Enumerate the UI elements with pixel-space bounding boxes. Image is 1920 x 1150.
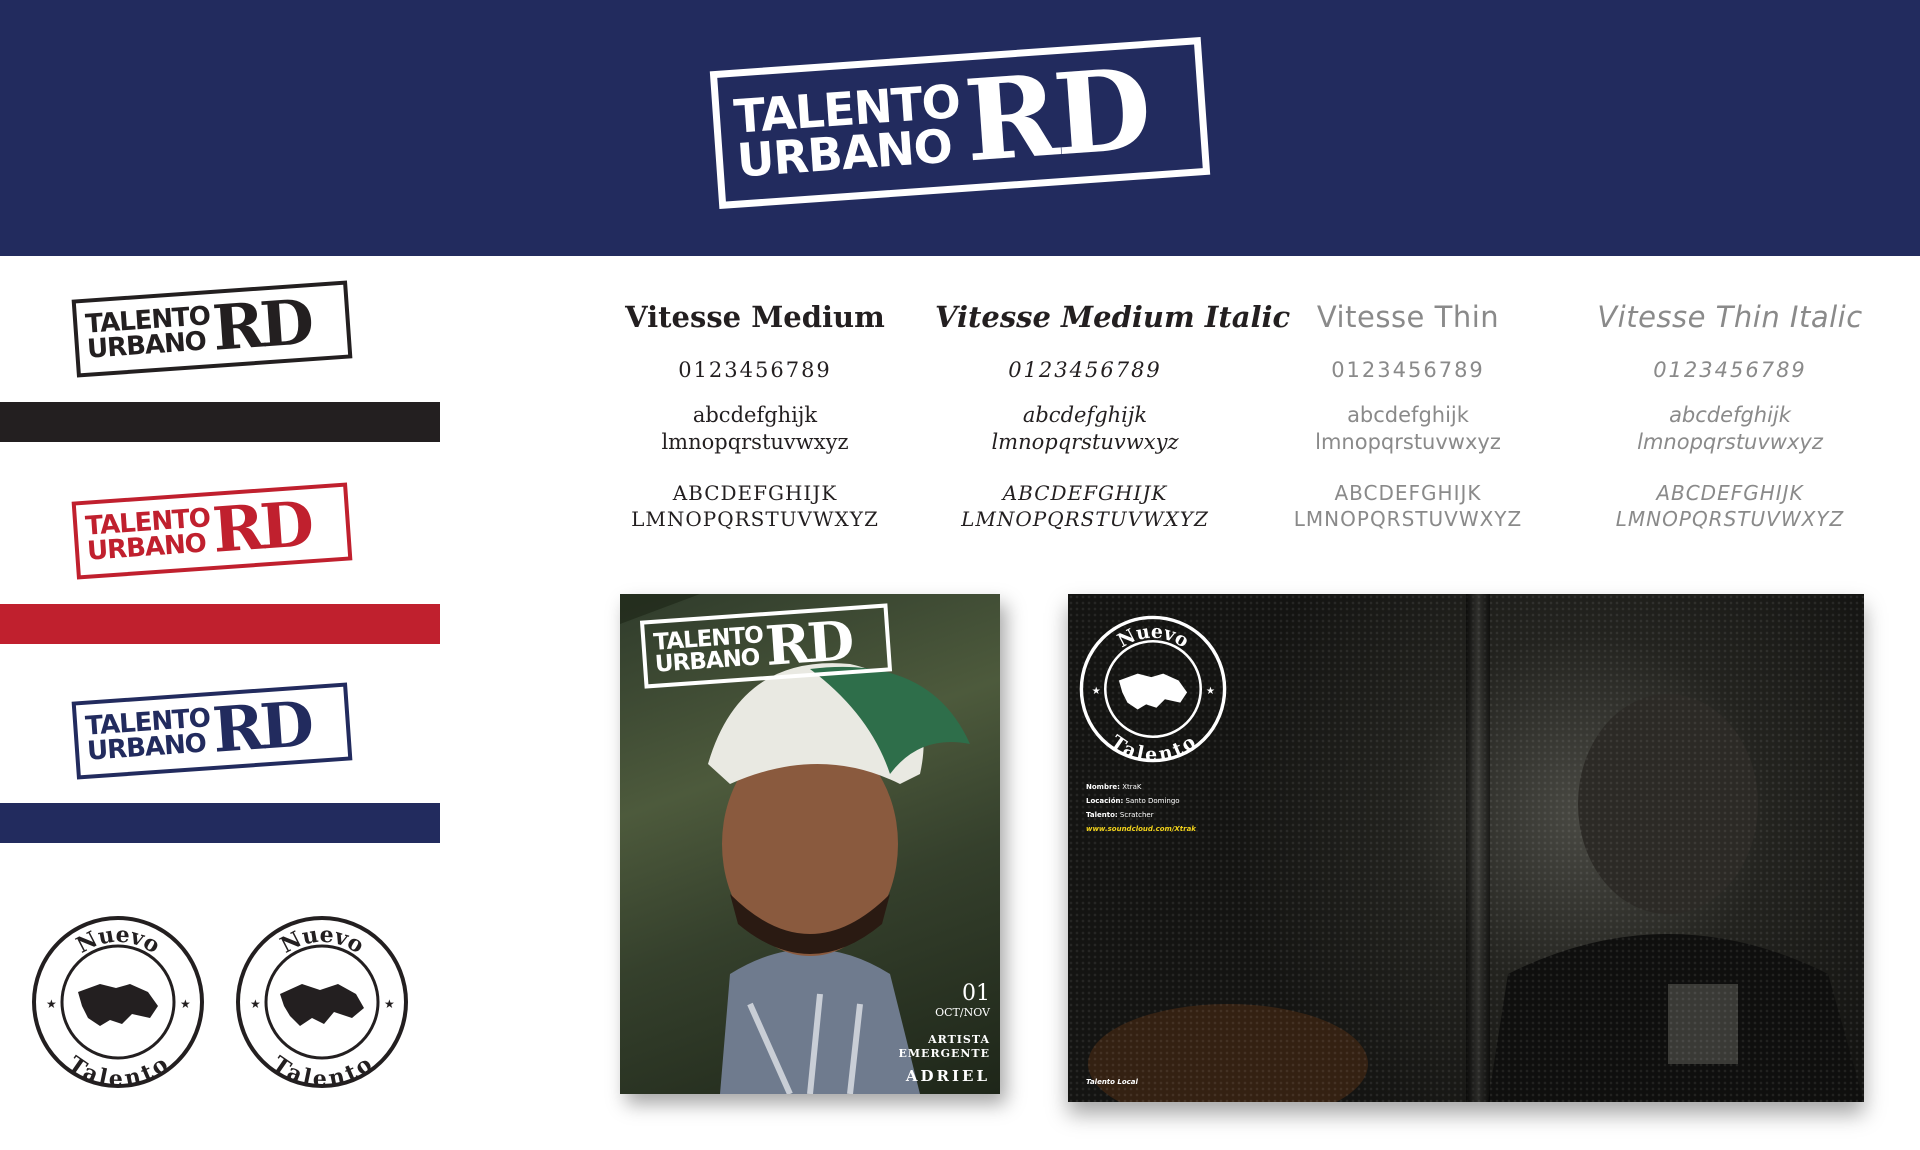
typeface-specimen-vitesse-thin: Vitesse Thin 0123456789 abcdefghijk lmno… [1258, 300, 1558, 532]
logo-mark: RD [763, 608, 854, 678]
typeface-name: Vitesse Medium [625, 300, 885, 334]
color-swatch-red [0, 604, 440, 644]
logo-line-2: URBANO [86, 528, 207, 567]
typeface-lowercase-1: abcdefghijk [1669, 403, 1791, 427]
logo-mark: RD [210, 687, 313, 767]
island-map-icon [78, 984, 158, 1026]
soundcloud-link: www.soundcloud.com/Xtrak [1086, 825, 1196, 833]
typeface-lowercase-2: lmnopqrstuvwxyz [1637, 430, 1823, 454]
typeface-specimen-vitesse-medium: Vitesse Medium 0123456789 abcdefghijk lm… [605, 300, 905, 532]
typeface-name: Vitesse Thin [1316, 300, 1500, 334]
hero-banner: TALENTO URBANO RD [0, 0, 1920, 256]
talento-value: Scratcher [1119, 811, 1154, 819]
typeface-uppercase-1: ABCDEFGHIJK [1334, 481, 1482, 505]
typeface-lowercase-2: lmnopqrstuvwxyz [661, 430, 849, 454]
logo-variant-black: TALENTO URBANO RD [71, 280, 353, 378]
logo-mark: RD [960, 44, 1152, 188]
badge-top-text: Nuevo [1114, 621, 1193, 653]
badge-top-text: Nuevo [72, 922, 164, 959]
color-swatch-black [0, 402, 440, 442]
typeface-digits: 0123456789 [1653, 358, 1807, 382]
typeface-lowercase-1: abcdefghijk [692, 403, 818, 427]
magazine-spread: Nuevo Talento ★ ★ Nombre: XtraK Locación… [1068, 594, 1864, 1102]
hero-logo: TALENTO URBANO RD [709, 37, 1211, 209]
cover-kicker-2: EMERGENTE [898, 1047, 990, 1060]
artist-info: Nombre: XtraK Locación: Santo Domingo Ta… [1086, 780, 1196, 836]
typeface-uppercase-1: ABCDEFGHIJK [1002, 481, 1168, 505]
nuevo-talento-badge: Nuevo Talento ★ ★ [32, 916, 204, 1090]
svg-text:Nuevo: Nuevo [72, 922, 164, 959]
typeface-uppercase-2: LMNOPQRSTUVWXYZ [1615, 507, 1845, 531]
logo-line-2: URBANO [86, 728, 207, 767]
typeface-uppercase-1: ABCDEFGHIJK [672, 481, 838, 505]
cover-kicker-1: ARTISTA [928, 1033, 990, 1046]
typeface-digits: 0123456789 [1008, 358, 1162, 382]
typeface-name: Vitesse Thin Italic [1597, 300, 1863, 334]
island-map-icon [280, 984, 364, 1026]
issue-date: OCT/NOV [935, 1006, 990, 1019]
logo-line-2: URBANO [735, 118, 954, 188]
logo-line-2: URBANO [86, 326, 207, 365]
typeface-lowercase-2: lmnopqrstuvwxyz [991, 430, 1179, 454]
typeface-digits: 0123456789 [1331, 358, 1485, 382]
logo-variant-navy: TALENTO URBANO RD [71, 682, 353, 780]
nuevo-talento-badge: Nuevo Talento ★ ★ [236, 916, 408, 1090]
svg-text:★: ★ [250, 997, 261, 1011]
logo-line-2: URBANO [654, 644, 761, 678]
typeface-lowercase-2: lmnopqrstuvwxyz [1315, 430, 1501, 454]
typeface-name: Vitesse Medium Italic [935, 300, 1291, 334]
typeface-specimen-vitesse-thin-italic: Vitesse Thin Italic 0123456789 abcdefghi… [1580, 300, 1880, 532]
cover-meta: 01 OCT/NOV ARTISTA EMERGENTE ADRIEL [898, 981, 991, 1086]
spread-footer-label: Talento Local [1086, 1078, 1138, 1086]
typeface-lowercase-1: abcdefghijk [1347, 403, 1469, 427]
badge-top-text: Nuevo [276, 922, 368, 959]
svg-text:★: ★ [180, 997, 191, 1011]
locacion-label: Locación: [1086, 797, 1124, 805]
svg-text:Nuevo: Nuevo [1114, 621, 1193, 653]
typeface-digits: 0123456789 [678, 358, 832, 382]
typeface-lowercase-1: abcdefghijk [1022, 403, 1148, 427]
spread-fold [1466, 594, 1490, 1102]
logo-variant-red: TALENTO URBANO RD [71, 482, 353, 580]
typeface-uppercase-2: LMNOPQRSTUVWXYZ [1293, 507, 1523, 531]
issue-number: 01 [962, 981, 990, 1006]
nombre-value: XtraK [1122, 783, 1142, 791]
svg-text:Nuevo: Nuevo [276, 922, 368, 959]
nuevo-talento-badge: Nuevo Talento ★ ★ [1079, 615, 1227, 764]
logo-mark: RD [210, 285, 313, 365]
svg-text:★: ★ [46, 997, 57, 1011]
logo-mark: RD [210, 487, 313, 567]
locacion-value: Santo Domingo [1125, 797, 1180, 805]
svg-text:★: ★ [384, 997, 395, 1011]
typeface-uppercase-2: LMNOPQRSTUVWXYZ [961, 507, 1209, 531]
nombre-label: Nombre: [1086, 783, 1120, 791]
svg-text:★: ★ [1092, 686, 1101, 697]
svg-text:★: ★ [1206, 686, 1215, 697]
typeface-uppercase-2: LMNOPQRSTUVWXYZ [631, 507, 879, 531]
typeface-specimen-vitesse-medium-italic: Vitesse Medium Italic 0123456789 abcdefg… [935, 300, 1291, 532]
cover-artist-name: ADRIEL [905, 1067, 990, 1085]
typeface-uppercase-1: ABCDEFGHIJK [1656, 481, 1804, 505]
talento-label: Talento: [1086, 811, 1118, 819]
color-swatch-navy [0, 803, 440, 843]
magazine-cover: TALENTO URBANO RD 01 OCT/NOV ARTISTA EME… [620, 594, 1000, 1094]
island-map-icon [1118, 673, 1188, 710]
